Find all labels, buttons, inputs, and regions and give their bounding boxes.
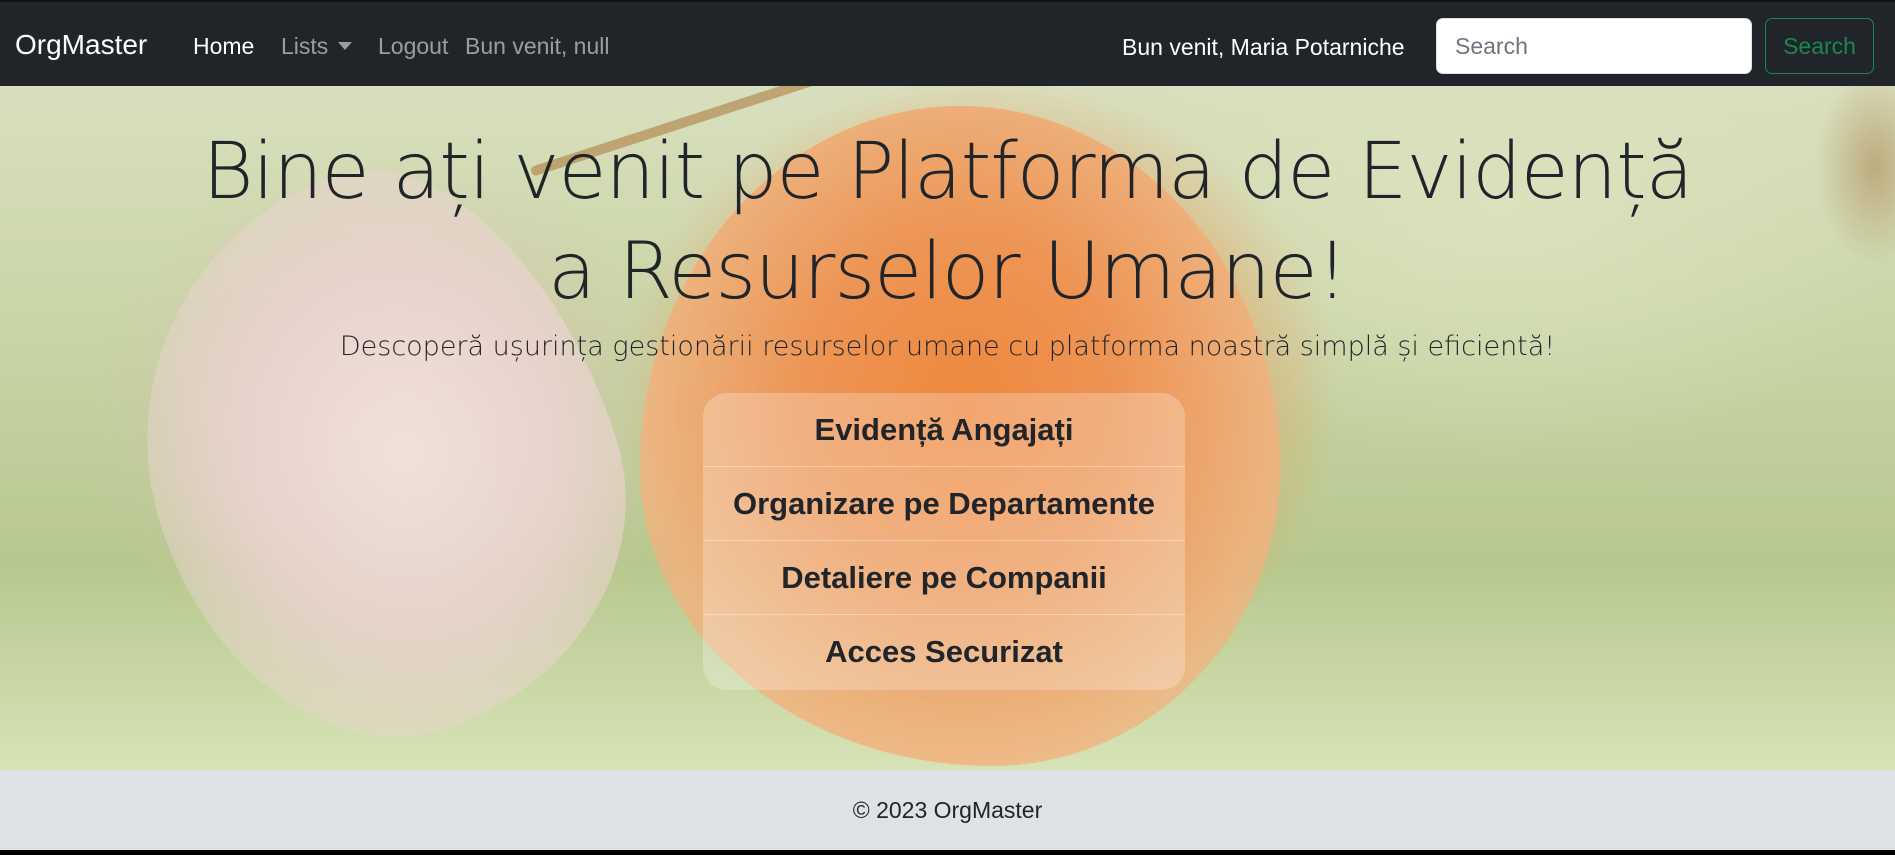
page: OrgMaster Home Lists Logout Bun venit, n…	[0, 0, 1895, 855]
hero-section: Bine ați venit pe Platforma de Evidență …	[0, 86, 1895, 770]
nav-welcome-null[interactable]: Bun venit, null	[465, 32, 609, 60]
nav-home-link[interactable]: Home	[193, 32, 254, 60]
search-input[interactable]	[1436, 18, 1752, 74]
hero-subtitle: Descoperă ușurința gestionării resurselo…	[339, 331, 1556, 362]
feature-item-angajati: Evidență Angajați	[703, 393, 1185, 467]
brand-logo[interactable]: OrgMaster	[15, 28, 147, 62]
nav-logout-link[interactable]: Logout	[378, 32, 448, 60]
footer-copyright: © 2023 OrgMaster	[852, 797, 1043, 823]
feature-item-departamente: Organizare pe Departamente	[703, 467, 1185, 541]
feature-item-acces: Acces Securizat	[825, 634, 1063, 669]
bottom-edge	[0, 850, 1895, 855]
nav-lists-label: Lists	[281, 33, 329, 59]
hero-title: Bine ați venit pe Platforma de Evidență …	[202, 127, 1694, 317]
navbar: OrgMaster Home Lists Logout Bun venit, n…	[0, 0, 1895, 86]
feature-item-companii: Detaliere pe Companii	[703, 541, 1185, 615]
search-button[interactable]: Search	[1765, 18, 1874, 74]
feature-list: Evidență Angajați Organizare pe Departam…	[703, 393, 1185, 690]
welcome-user-text: Bun venit, Maria Potarniche	[1122, 34, 1405, 60]
nav-lists-dropdown[interactable]: Lists	[281, 32, 353, 60]
chevron-down-icon	[338, 41, 353, 50]
footer: © 2023 OrgMaster	[0, 770, 1895, 850]
